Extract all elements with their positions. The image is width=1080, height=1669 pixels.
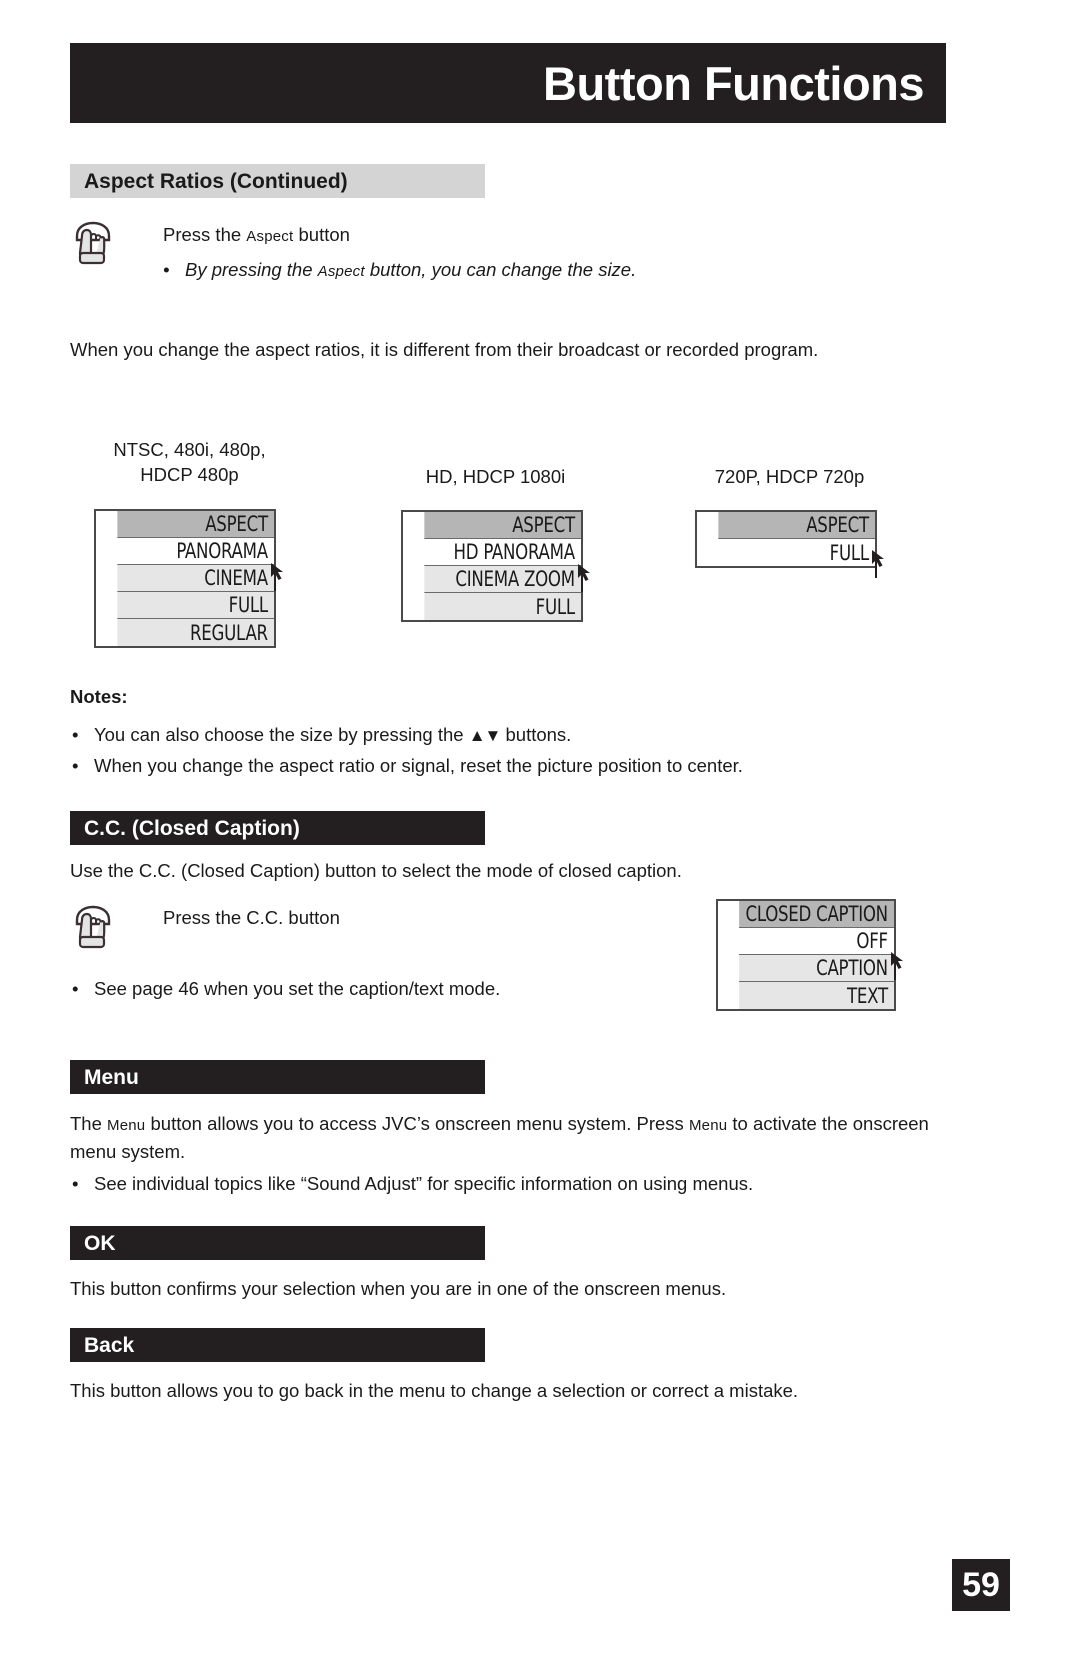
osd-row-item[interactable]: HD PANORAMA	[424, 539, 581, 566]
section-header-back: Back	[70, 1328, 485, 1362]
cc-bullet-text: See page 46 when you set the caption/tex…	[94, 978, 501, 999]
section-header-closed-caption-label: C.C. (Closed Caption)	[84, 816, 300, 840]
cursor-arrow-icon	[870, 548, 890, 578]
back-paragraph: This button allows you to go back in the…	[70, 1380, 799, 1401]
osd-row-item[interactable]: CINEMA	[117, 565, 274, 592]
hand-press-icon	[71, 220, 115, 266]
hand-press-icon	[71, 904, 115, 950]
osd-row-item[interactable]: PANORAMA	[117, 538, 274, 565]
section-header-closed-caption: C.C. (Closed Caption)	[70, 811, 485, 845]
osd-caption-1: NTSC, 480i, 480p, HDCP 480p	[72, 437, 307, 487]
osd-caption-3: 720P, HDCP 720p	[672, 464, 907, 489]
menu-bullet: • See individual topics like “Sound Adju…	[72, 1171, 952, 1197]
cc-press-line: Press the C.C. button	[163, 907, 340, 928]
section-header-aspect-ratios: Aspect Ratios (Continued)	[70, 164, 485, 198]
menu-bullet-text: See individual topics like “Sound Adjust…	[94, 1173, 754, 1194]
aspect-press-pre: Press the	[163, 224, 247, 245]
notes-label: Notes:	[70, 686, 128, 707]
menu-button-name: Menu	[107, 1117, 146, 1134]
up-down-arrows-icon: ▲▼	[468, 726, 502, 745]
manual-page: Button Functions Aspect Ratios (Continue…	[0, 0, 1080, 1669]
bullet-dot-icon: •	[72, 1173, 79, 1194]
cursor-arrow-icon	[889, 950, 909, 980]
bullet-dot-icon: •	[72, 724, 79, 745]
note-1-post: buttons.	[500, 724, 572, 745]
osd-row-header: CLOSED CAPTION	[739, 901, 894, 928]
bullet-dot-icon: •	[72, 978, 79, 999]
aspect-bullet-button-name: Aspect	[317, 263, 365, 280]
osd-menu-aspect-480: ASPECT PANORAMA CINEMA FULL REGULAR	[94, 509, 276, 648]
osd-row-item[interactable]: FULL	[718, 539, 875, 566]
cc-intro-paragraph: Use the C.C. (Closed Caption) button to …	[70, 860, 682, 881]
bullet-dot-icon: •	[72, 755, 79, 776]
menu-para-b: button allows you to access JVC’s onscre…	[145, 1113, 689, 1134]
section-header-back-label: Back	[84, 1333, 135, 1357]
menu-button-name: Menu	[688, 1117, 728, 1134]
cursor-arrow-icon	[269, 561, 289, 591]
menu-paragraph: The Menu button allows you to access JVC…	[70, 1111, 950, 1165]
osd-menu-closed-caption: CLOSED CAPTION OFF CAPTION TEXT	[716, 899, 896, 1011]
aspect-paragraph: When you change the aspect ratios, it is…	[70, 339, 819, 360]
bullet-dot-icon: •	[163, 259, 170, 280]
osd-menu-aspect-720p: ASPECT FULL	[695, 510, 877, 568]
osd-row-item[interactable]: CAPTION	[739, 955, 894, 982]
cursor-arrow-icon	[576, 562, 596, 592]
osd-caption-2: HD, HDCP 1080i	[378, 464, 613, 489]
section-header-aspect-ratios-label: Aspect Ratios (Continued)	[84, 169, 348, 193]
osd-row-item[interactable]: CINEMA ZOOM	[424, 566, 581, 593]
osd-menu-aspect-1080i: ASPECT HD PANORAMA CINEMA ZOOM FULL	[401, 510, 583, 622]
ok-paragraph: This button confirms your selection when…	[70, 1278, 727, 1299]
aspect-press-post: button	[293, 224, 350, 245]
note-item: • When you change the aspect ratio or si…	[72, 753, 932, 779]
aspect-press-bullet: • By pressing the Aspect button, you can…	[163, 257, 883, 285]
osd-row-item[interactable]: OFF	[739, 928, 894, 955]
osd-row-header: ASPECT	[117, 511, 274, 538]
section-header-menu: Menu	[70, 1060, 485, 1094]
aspect-bullet-pre: By pressing the	[185, 259, 318, 280]
page-number-badge: 59	[952, 1559, 1010, 1611]
aspect-bullet-post: button, you can change the size.	[364, 259, 637, 280]
note-1-pre: You can also choose the size by pressing…	[94, 724, 469, 745]
menu-para-a: The	[70, 1113, 108, 1134]
osd-row-item[interactable]: FULL	[117, 592, 274, 619]
note-2-text: When you change the aspect ratio or sign…	[94, 755, 743, 776]
section-header-menu-label: Menu	[84, 1065, 139, 1089]
osd-row-header: ASPECT	[718, 512, 875, 539]
page-number-value: 59	[962, 1565, 1000, 1604]
cc-bullet: • See page 46 when you set the caption/t…	[72, 976, 692, 1002]
osd-caption-1-line1: NTSC, 480i, 480p,	[113, 439, 266, 460]
osd-row-item[interactable]: REGULAR	[117, 619, 274, 646]
osd-caption-2-line1: HD, HDCP 1080i	[425, 466, 566, 487]
osd-row-header: ASPECT	[424, 512, 581, 539]
note-item: • You can also choose the size by pressi…	[72, 722, 932, 749]
section-header-ok: OK	[70, 1226, 485, 1260]
osd-row-item[interactable]: TEXT	[739, 982, 894, 1009]
aspect-button-name: Aspect	[246, 228, 294, 245]
page-title: Button Functions	[543, 56, 924, 110]
page-banner: Button Functions	[70, 43, 946, 123]
osd-caption-1-line2: HDCP 480p	[140, 464, 239, 485]
osd-caption-3-line1: 720P, HDCP 720p	[714, 466, 865, 487]
osd-row-item[interactable]: FULL	[424, 593, 581, 620]
section-header-ok-label: OK	[84, 1231, 116, 1255]
aspect-press-line: Press the Aspect button	[163, 222, 350, 250]
